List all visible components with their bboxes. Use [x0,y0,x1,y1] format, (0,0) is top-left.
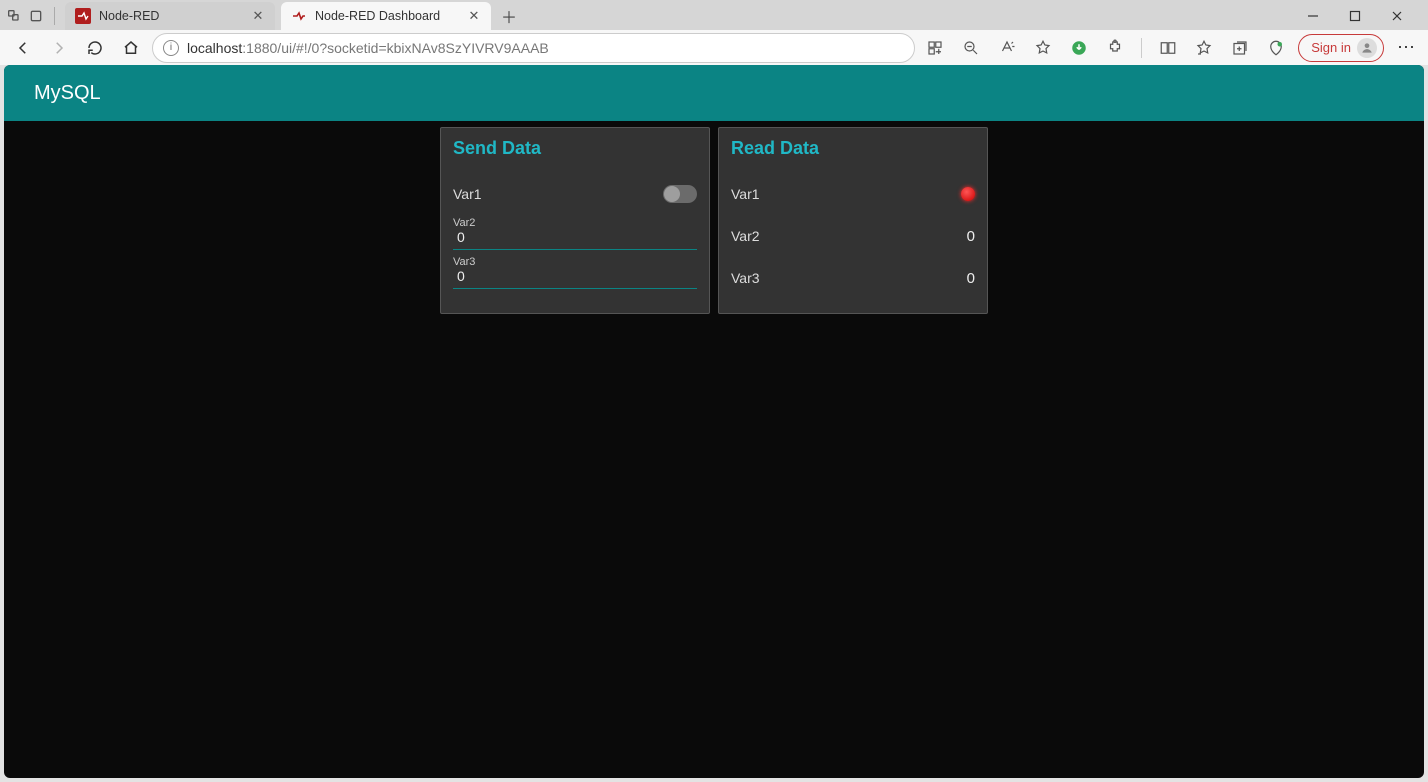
app-header: MySQL [4,65,1424,121]
card-title: Read Data [731,138,975,159]
tab-actions-icon[interactable] [28,8,44,24]
read-var3-value: 0 [967,270,975,287]
read-aloud-icon[interactable] [993,34,1021,62]
read-var3-row: Var3 0 [731,257,975,299]
zoom-icon[interactable] [957,34,985,62]
collections-icon[interactable] [1226,34,1254,62]
close-icon[interactable]: ✕ [251,9,265,23]
workspaces-icon[interactable] [6,8,22,24]
download-manager-icon[interactable] [1065,34,1093,62]
send-var2-label: Var2 [453,217,697,229]
minimize-icon[interactable] [1298,3,1328,29]
cards-row: Send Data Var1 Var2 Var3 Read Data Var1 [4,121,1424,314]
read-var2-label: Var2 [731,228,760,244]
read-var2-row: Var2 0 [731,215,975,257]
send-var3-label: Var3 [453,256,697,268]
tab-label: Node-RED Dashboard [315,9,459,23]
sign-in-label: Sign in [1311,40,1351,55]
nodered-favicon-icon [75,8,91,24]
url-host: localhost [187,40,242,56]
avatar-icon [1357,38,1377,58]
url-box[interactable]: i localhost:1880/ui/#!/0?socketid=kbixNA… [152,33,915,63]
browser-essentials-icon[interactable] [1262,34,1290,62]
send-var1-label: Var1 [453,186,482,202]
read-var1-label: Var1 [731,186,760,202]
browser-chrome: Node-RED ✕ Node-RED Dashboard ✕ ＋ i loca… [0,0,1428,65]
send-var3-input[interactable] [453,268,697,289]
back-button[interactable] [8,33,38,63]
favorite-icon[interactable] [1029,34,1057,62]
send-var2-input[interactable] [453,229,697,250]
url-text: localhost:1880/ui/#!/0?socketid=kbixNAv8… [187,40,549,56]
send-var1-row: Var1 [453,173,697,215]
split-screen-icon[interactable] [1154,34,1182,62]
maximize-icon[interactable] [1340,3,1370,29]
read-var2-value: 0 [967,228,975,245]
new-tab-button[interactable]: ＋ [497,4,521,28]
toolbar-separator [1141,38,1142,58]
url-path: :1880/ui/#!/0?socketid=kbixNAv8SzYIVRV9A… [242,40,549,56]
tab-bar: Node-RED ✕ Node-RED Dashboard ✕ ＋ [0,0,1428,30]
switch-knob-icon [664,186,680,202]
forward-button[interactable] [44,33,74,63]
nodered-dashboard-favicon-icon [291,8,307,24]
send-data-card: Send Data Var1 Var2 Var3 [440,127,710,314]
tab-node-red-dashboard[interactable]: Node-RED Dashboard ✕ [281,2,491,30]
tab-node-red[interactable]: Node-RED ✕ [65,2,275,30]
app-mode-icon[interactable] [921,34,949,62]
address-bar: i localhost:1880/ui/#!/0?socketid=kbixNA… [0,30,1428,65]
send-var3-field: Var3 [453,256,697,289]
toolbar-right: Sign in ⋯ [921,34,1420,62]
settings-menu-icon[interactable]: ⋯ [1392,34,1420,62]
read-var3-label: Var3 [731,270,760,286]
home-button[interactable] [116,33,146,63]
window-close-icon[interactable] [1382,3,1412,29]
send-var1-switch[interactable] [663,185,697,203]
read-var1-row: Var1 [731,173,975,215]
read-data-card: Read Data Var1 Var2 0 Var3 0 [718,127,988,314]
close-icon[interactable]: ✕ [467,9,481,23]
card-title: Send Data [453,138,697,159]
site-info-icon[interactable]: i [163,40,179,56]
send-var2-field: Var2 [453,217,697,250]
window-controls [1298,3,1422,29]
page-title: MySQL [34,82,101,105]
read-var1-led-icon [961,187,975,201]
sign-in-button[interactable]: Sign in [1298,34,1384,62]
tab-label: Node-RED [99,9,243,23]
extensions-icon[interactable] [1101,34,1129,62]
app-viewport: MySQL Send Data Var1 Var2 Var3 Read Da [4,65,1424,778]
tab-separator [54,7,55,25]
refresh-button[interactable] [80,33,110,63]
favorites-list-icon[interactable] [1190,34,1218,62]
